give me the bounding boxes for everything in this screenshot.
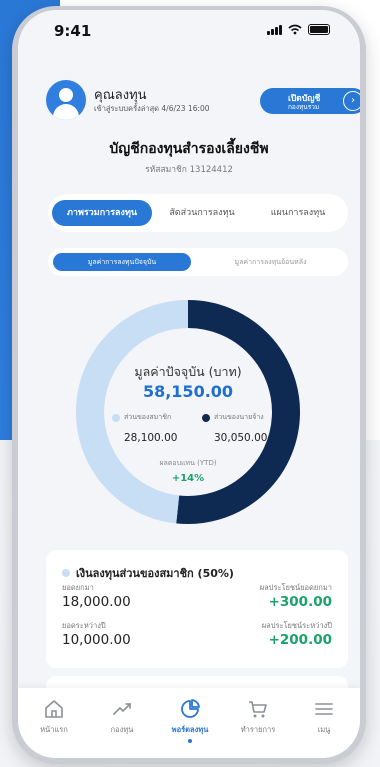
brought-forward-value: 18,000.00 bbox=[62, 594, 131, 610]
menu-icon bbox=[315, 703, 333, 715]
legend-employer: ส่วนของนายจ้าง bbox=[202, 412, 264, 423]
bottom-navigation: หน้าแรก กองทุน พอร์ตลงทุน ทำรายการ เมนู bbox=[18, 688, 360, 758]
during-year-gain-label: ผลประโยชน์ระหว่างปี bbox=[261, 621, 332, 630]
brought-forward-label: ยอดยกมา bbox=[62, 583, 94, 592]
brought-forward-gain: +300.00 bbox=[268, 594, 332, 610]
profile-header: คุณลงทุน เข้าสู่ระบบครั้งล่าสุด 4/6/23 1… bbox=[46, 80, 360, 124]
nav-transactions-label: ทำรายการ bbox=[240, 725, 276, 734]
wifi-icon bbox=[288, 24, 302, 35]
status-icons bbox=[267, 24, 330, 35]
nav-active-dot bbox=[188, 739, 192, 743]
member-investment-card[interactable]: เงินลงทุนส่วนของสมาชิก (50%) ยอดยกมา 18,… bbox=[46, 550, 348, 668]
donut-center: มูลค่าปัจจุบัน (บาท) 58,150.00 ส่วนของสม… bbox=[68, 292, 308, 532]
nav-portfolio[interactable]: พอร์ตลงทุน bbox=[156, 698, 224, 743]
nav-home[interactable]: หน้าแรก bbox=[20, 698, 88, 736]
nav-portfolio-label: พอร์ตลงทุน bbox=[171, 725, 209, 734]
battery-icon bbox=[308, 24, 330, 35]
status-bar: 9:41 bbox=[18, 10, 360, 50]
user-name: คุณลงทุน bbox=[94, 88, 147, 103]
legend-member: ส่วนของสมาชิก bbox=[112, 412, 171, 423]
app-screen: 9:41 คุณลงทุน เข้าสู่ระบบครั้งล่าสุด 4/6… bbox=[18, 10, 360, 758]
current-value-label: มูลค่าปัจจุบัน (บาท) bbox=[134, 364, 242, 379]
ytd-label: ผลตอบแทน (YTD) bbox=[159, 459, 217, 467]
during-year-label: ยอดระหว่างปี bbox=[62, 621, 106, 630]
last-login-text: เข้าสู่ระบบครั้งล่าสุด 4/6/23 16:00 bbox=[94, 104, 210, 113]
value-subtabs: มูลค่าการลงทุนปัจจุบัน มูลค่าการลงทุนย้อ… bbox=[48, 248, 348, 276]
cart-icon bbox=[249, 701, 267, 718]
subtab-historical-value[interactable]: มูลค่าการลงทุนย้อนหลัง bbox=[198, 253, 343, 271]
tab-overview[interactable]: ภาพรวมการลงทุน bbox=[52, 200, 152, 226]
tab-allocation[interactable]: สัดส่วนการลงทุน bbox=[152, 200, 252, 226]
legend-employer-label: ส่วนของนายจ้าง bbox=[214, 413, 264, 421]
nav-transactions[interactable]: ทำรายการ bbox=[224, 698, 292, 736]
open-account-button[interactable]: เปิดบัญชี กองทุนรวม › bbox=[260, 88, 360, 114]
nav-funds[interactable]: กองทุน bbox=[88, 698, 156, 736]
legend-member-swatch bbox=[112, 413, 120, 422]
during-year-gain: +200.00 bbox=[268, 632, 332, 648]
page-title: บัญชีกองทุนสำรองเลี้ยงชีพ bbox=[109, 141, 269, 157]
member-amount: 28,100.00 bbox=[124, 432, 178, 444]
open-account-sublabel: กองทุนรวม bbox=[288, 103, 320, 111]
home-icon bbox=[45, 700, 63, 718]
nav-funds-label: กองทุน bbox=[110, 725, 134, 734]
main-tabs: ภาพรวมการลงทุน สัดส่วนการลงทุน แผนการลงท… bbox=[48, 194, 348, 232]
avatar[interactable] bbox=[46, 80, 86, 120]
tab-investment-plan[interactable]: แผนการลงทุน bbox=[252, 200, 344, 226]
member-id: รหัสสมาชิก 13124412 bbox=[145, 165, 233, 175]
during-year-value: 10,000.00 bbox=[62, 632, 131, 648]
member-card-title: เงินลงทุนส่วนของสมาชิก (50%) bbox=[62, 564, 234, 582]
chevron-right-icon: › bbox=[343, 91, 360, 111]
current-value-amount: 58,150.00 bbox=[142, 382, 234, 401]
brought-forward-gain-label: ผลประโยชน์ยอดยกมา bbox=[259, 583, 332, 592]
trend-icon bbox=[113, 703, 131, 715]
legend-employer-swatch bbox=[202, 413, 210, 422]
subtab-current-value[interactable]: มูลค่าการลงทุนปัจจุบัน bbox=[53, 253, 191, 271]
status-time: 9:41 bbox=[54, 22, 92, 40]
employer-amount: 30,050.00 bbox=[214, 432, 268, 444]
nav-menu[interactable]: เมนู bbox=[290, 698, 358, 736]
legend-member-label: ส่วนของสมาชิก bbox=[124, 413, 172, 421]
member-card-swatch bbox=[62, 569, 70, 577]
signal-icon bbox=[267, 24, 282, 35]
nav-menu-label: เมนู bbox=[317, 725, 331, 734]
ytd-value: +14% bbox=[171, 473, 205, 484]
member-card-title-text: เงินลงทุนส่วนของสมาชิก (50%) bbox=[76, 567, 234, 580]
pie-chart-icon bbox=[181, 699, 200, 718]
nav-home-label: หน้าแรก bbox=[40, 725, 68, 734]
